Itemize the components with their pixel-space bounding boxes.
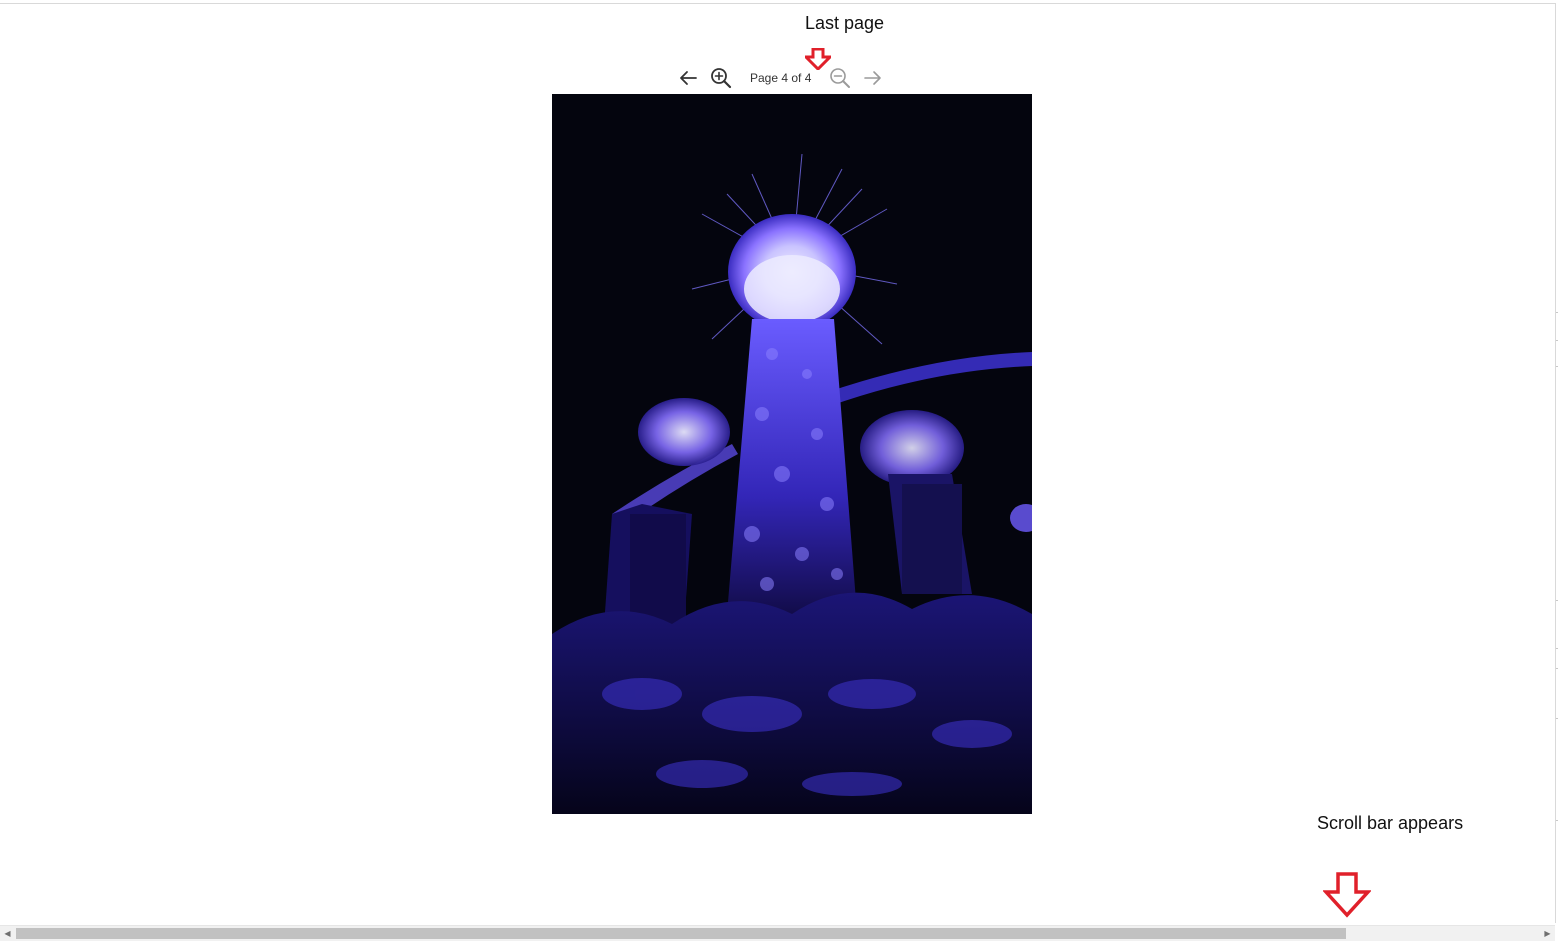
horizontal-scrollbar[interactable]: ◀ ▶	[0, 925, 1555, 941]
next-page-button[interactable]	[861, 66, 885, 90]
viewer-window: Last page Page 4 of 4 Scroll bar appears…	[0, 0, 1558, 942]
zoom-out-icon	[830, 68, 850, 88]
down-arrow-annotation-icon	[1322, 872, 1372, 923]
scroll-right-arrow-icon[interactable]: ▶	[1540, 926, 1555, 941]
zoom-in-button[interactable]	[709, 66, 733, 90]
night-tree-photo	[552, 94, 1032, 814]
scroll-left-arrow-icon[interactable]: ◀	[0, 926, 15, 941]
zoom-out-button[interactable]	[828, 66, 852, 90]
arrow-left-icon	[680, 71, 697, 85]
previous-page-button[interactable]	[676, 66, 700, 90]
arrow-right-icon	[864, 71, 881, 85]
last-page-annotation: Last page	[805, 13, 885, 33]
page-indicator: Page 4 of 4	[750, 71, 812, 85]
scrollbar-thumb[interactable]	[16, 928, 1346, 939]
zoom-in-icon	[711, 68, 732, 89]
top-divider	[0, 3, 1555, 4]
viewer-toolbar: Page 4 of 4	[676, 66, 888, 90]
scroll-bar-annotation: Scroll bar appears	[1317, 813, 1464, 833]
right-divider	[1555, 3, 1556, 923]
document-page-image	[552, 94, 1032, 814]
